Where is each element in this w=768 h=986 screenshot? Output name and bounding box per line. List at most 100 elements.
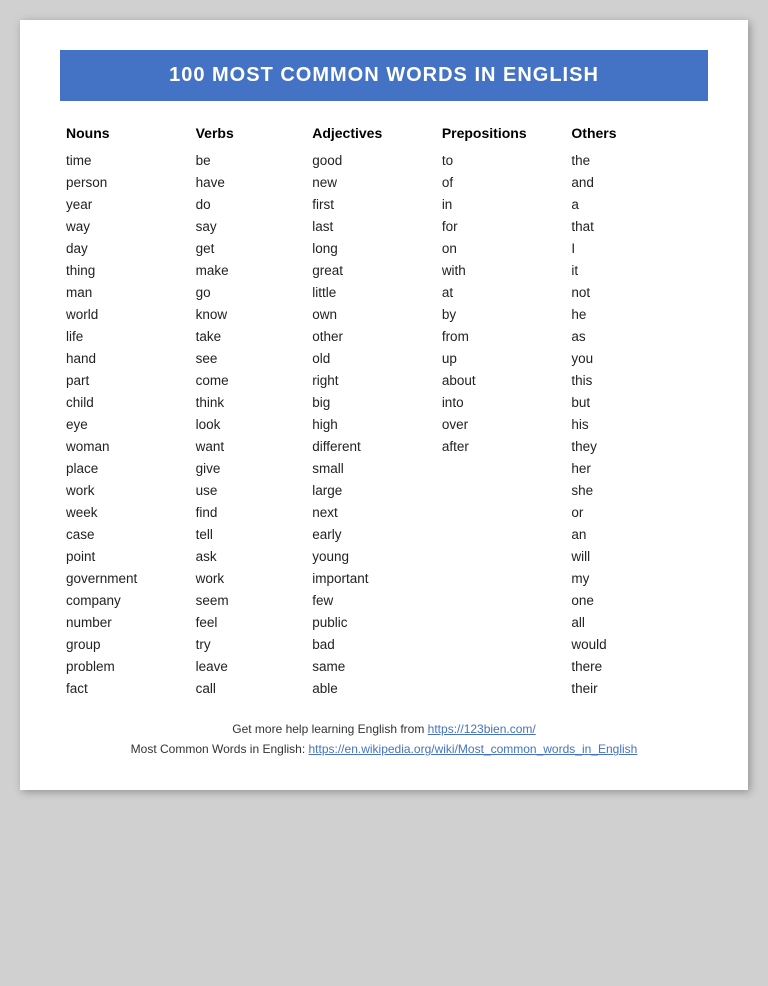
col-header-adjectives: Adjectives — [306, 121, 436, 149]
table-cell: fact — [60, 677, 190, 699]
table-cell: with — [436, 259, 566, 281]
table-cell: government — [60, 567, 190, 589]
table-row: factcallable their — [60, 677, 708, 699]
table-row: governmentworkimportantmy — [60, 567, 708, 589]
table-cell: next — [306, 501, 436, 523]
table-cell: young — [306, 545, 436, 567]
table-cell: high — [306, 413, 436, 435]
table-cell — [436, 611, 566, 633]
table-cell: problem — [60, 655, 190, 677]
table-cell: large — [306, 479, 436, 501]
table-cell — [436, 655, 566, 677]
table-cell — [436, 457, 566, 479]
table-cell — [436, 501, 566, 523]
table-cell: little — [306, 281, 436, 303]
table-cell: his — [565, 413, 708, 435]
table-cell: I — [565, 237, 708, 259]
table-cell: of — [436, 171, 566, 193]
table-row: lifetakeotherfromas — [60, 325, 708, 347]
table-cell: want — [190, 435, 307, 457]
footer-line2: Most Common Words in English: — [131, 742, 309, 756]
table-cell: and — [565, 171, 708, 193]
table-cell: able — [306, 677, 436, 699]
table-cell: you — [565, 347, 708, 369]
table-cell: the — [565, 149, 708, 171]
table-cell: their — [565, 677, 708, 699]
table-cell: case — [60, 523, 190, 545]
table-row: pointaskyoung will — [60, 545, 708, 567]
table-cell: or — [565, 501, 708, 523]
table-cell: group — [60, 633, 190, 655]
table-cell: seem — [190, 589, 307, 611]
page-title: 100 MOST COMMON WORDS IN ENGLISH — [60, 50, 708, 101]
table-cell — [436, 523, 566, 545]
table-cell: different — [306, 435, 436, 457]
table-cell: ask — [190, 545, 307, 567]
table-cell: up — [436, 347, 566, 369]
table-cell: will — [565, 545, 708, 567]
table-cell: hand — [60, 347, 190, 369]
table-cell: in — [436, 193, 566, 215]
table-row: daygetlongonI — [60, 237, 708, 259]
table-cell: important — [306, 567, 436, 589]
table-cell: year — [60, 193, 190, 215]
table-cell: come — [190, 369, 307, 391]
table-row: grouptrybadwould — [60, 633, 708, 655]
table-cell: they — [565, 435, 708, 457]
table-row: womanwantdifferentafterthey — [60, 435, 708, 457]
table-row: mangolittleatnot — [60, 281, 708, 303]
table-cell: day — [60, 237, 190, 259]
footer-link1[interactable]: https://123bien.com/ — [428, 722, 536, 736]
table-cell: small — [306, 457, 436, 479]
table-cell: call — [190, 677, 307, 699]
table-cell: be — [190, 149, 307, 171]
page: 100 MOST COMMON WORDS IN ENGLISH Nouns V… — [20, 20, 748, 790]
table-cell: way — [60, 215, 190, 237]
table-cell: man — [60, 281, 190, 303]
table-cell: take — [190, 325, 307, 347]
table-cell: into — [436, 391, 566, 413]
table-row: numberfeelpublicall — [60, 611, 708, 633]
table-cell: point — [60, 545, 190, 567]
table-cell: first — [306, 193, 436, 215]
table-cell: work — [60, 479, 190, 501]
table-cell: great — [306, 259, 436, 281]
table-row: yeardofirstina — [60, 193, 708, 215]
table-cell: big — [306, 391, 436, 413]
table-cell: early — [306, 523, 436, 545]
col-header-verbs: Verbs — [190, 121, 307, 149]
word-table: Nouns Verbs Adjectives Prepositions Othe… — [60, 121, 708, 699]
table-row: placegivesmallher — [60, 457, 708, 479]
table-cell — [436, 589, 566, 611]
table-cell: at — [436, 281, 566, 303]
footer-link2[interactable]: https://en.wikipedia.org/wiki/Most_commo… — [309, 742, 638, 756]
table-cell: world — [60, 303, 190, 325]
table-cell: to — [436, 149, 566, 171]
table-cell: eye — [60, 413, 190, 435]
table-cell: tell — [190, 523, 307, 545]
table-cell: right — [306, 369, 436, 391]
table-cell — [436, 633, 566, 655]
table-cell: over — [436, 413, 566, 435]
col-header-others: Others — [565, 121, 708, 149]
table-cell: for — [436, 215, 566, 237]
table-cell: from — [436, 325, 566, 347]
table-cell: own — [306, 303, 436, 325]
table-cell: this — [565, 369, 708, 391]
table-cell: about — [436, 369, 566, 391]
table-cell: make — [190, 259, 307, 281]
table-row: casetellearlyan — [60, 523, 708, 545]
table-cell: see — [190, 347, 307, 369]
table-cell: know — [190, 303, 307, 325]
table-row: childthinkbigintobut — [60, 391, 708, 413]
table-cell: person — [60, 171, 190, 193]
table-row: weekfindnextor — [60, 501, 708, 523]
table-cell — [436, 545, 566, 567]
table-cell: that — [565, 215, 708, 237]
table-cell: number — [60, 611, 190, 633]
table-cell: think — [190, 391, 307, 413]
col-header-prepositions: Prepositions — [436, 121, 566, 149]
table-cell: same — [306, 655, 436, 677]
table-cell: good — [306, 149, 436, 171]
table-cell: there — [565, 655, 708, 677]
